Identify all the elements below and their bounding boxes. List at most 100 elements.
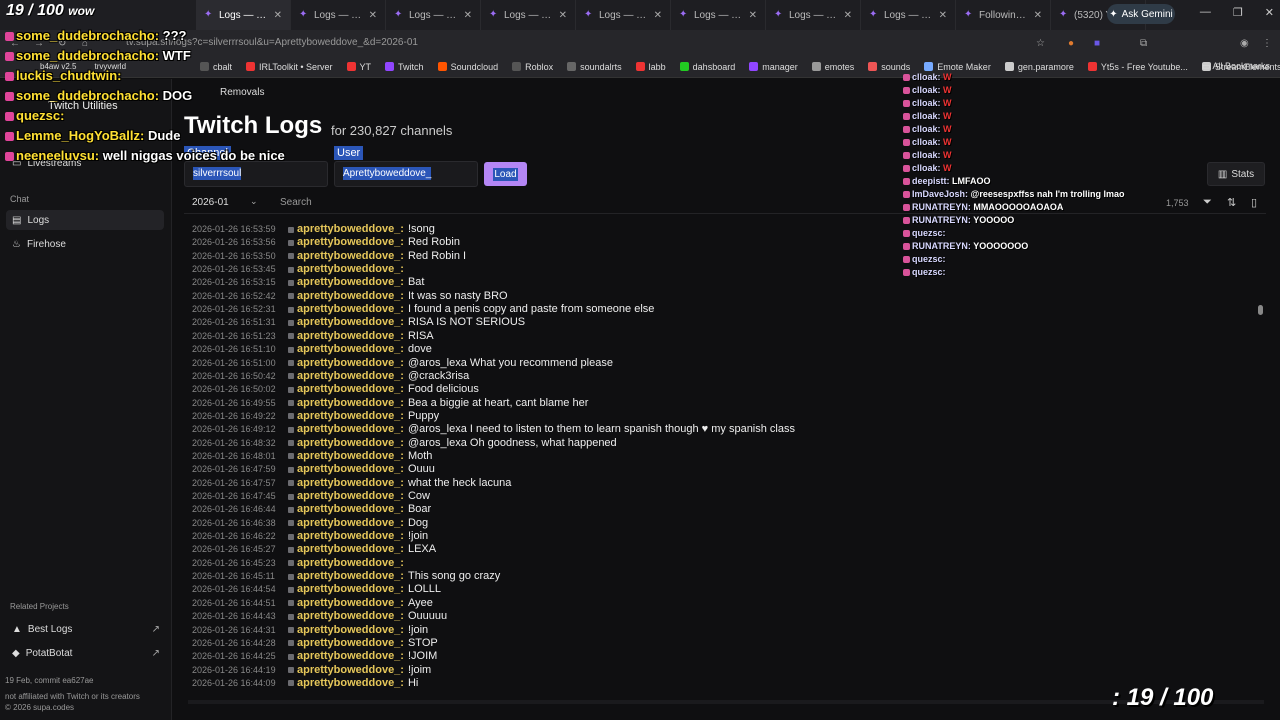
sidebar-item-firehose[interactable]: ♨ Firehose (6, 234, 164, 254)
reload-icon[interactable]: ↻ (58, 38, 66, 49)
bookmark-item[interactable]: labb (635, 62, 666, 72)
username[interactable]: aprettyboweddove_: (297, 437, 404, 450)
filter-icon[interactable]: ⏷ (1203, 196, 1212, 209)
close-icon[interactable]: ✕ (749, 10, 757, 21)
close-icon[interactable]: ✕ (464, 10, 472, 21)
extensions-puzzle-icon[interactable]: ⧉ (1140, 38, 1147, 49)
close-icon[interactable]: ✕ (274, 10, 282, 21)
username[interactable]: aprettyboweddove_: (297, 236, 404, 249)
username[interactable]: aprettyboweddove_: (297, 597, 404, 610)
chevron-down-icon[interactable]: ⌄ (250, 196, 258, 207)
ask-gemini-button[interactable]: ✦ Ask Gemini (1107, 4, 1175, 24)
username[interactable]: aprettyboweddove_: (297, 316, 404, 329)
username[interactable]: aprettyboweddove_: (297, 490, 404, 503)
bookmark-item[interactable]: dahsboard (679, 62, 735, 72)
username[interactable]: aprettyboweddove_: (297, 677, 404, 690)
username[interactable]: aprettyboweddove_: (297, 383, 404, 396)
user-input[interactable]: Aprettyboweddove_ (334, 161, 478, 187)
scrollbar-thumb[interactable] (1258, 305, 1263, 315)
sidebar-item-potatbotat[interactable]: ◆ PotatBotat ↗ (6, 643, 164, 663)
profile-icon[interactable]: ◉ (1240, 38, 1249, 49)
sidebar-item-livestreams[interactable]: ▭ Livestreams (6, 153, 164, 173)
username[interactable]: aprettyboweddove_: (297, 250, 404, 263)
horizontal-scrollbar[interactable] (188, 700, 1264, 704)
minimize-icon[interactable]: — (1200, 6, 1211, 19)
browser-tab[interactable]: ✦ Logs — Twitch ✕ (291, 0, 386, 30)
sort-icon[interactable]: ⇅ (1227, 196, 1236, 209)
all-bookmarks-button[interactable]: ▭ All Bookmarks (1202, 61, 1270, 72)
bookmark-item[interactable]: IRLToolkit • Server (246, 62, 333, 72)
nav-link-removals[interactable]: Removals (220, 87, 264, 98)
username[interactable]: aprettyboweddove_: (297, 263, 404, 276)
sidebar-item-best-logs[interactable]: ▲ Best Logs ↗ (6, 619, 164, 639)
username[interactable]: aprettyboweddove_: (297, 410, 404, 423)
username[interactable]: aprettyboweddove_: (297, 290, 404, 303)
browser-tab[interactable]: ✦ Logs — Twitch ✕ (671, 0, 766, 30)
username[interactable]: aprettyboweddove_: (297, 397, 404, 410)
username[interactable]: aprettyboweddove_: (297, 637, 404, 650)
username[interactable]: aprettyboweddove_: (297, 517, 404, 530)
close-icon[interactable]: ✕ (1034, 10, 1042, 21)
bookmark-item[interactable]: b4aw v2.5 (40, 62, 76, 71)
browser-tab[interactable]: ✦ Logs — Twitch ✕ (196, 0, 291, 30)
url-input[interactable]: tv.supa.sh/logs?c=silverrrsoul&u=Apretty… (126, 34, 1056, 52)
username[interactable]: aprettyboweddove_: (297, 423, 404, 436)
bookmark-item[interactable]: manager (749, 62, 798, 72)
close-window-icon[interactable]: ✕ (1265, 6, 1274, 19)
username[interactable]: aprettyboweddove_: (297, 543, 404, 556)
close-icon[interactable]: ✕ (939, 10, 947, 21)
bookmark-item[interactable]: Roblox (512, 62, 553, 72)
extension-icon[interactable]: ● (1068, 38, 1074, 49)
bookmark-item[interactable]: trvyvwrld (94, 62, 126, 71)
username[interactable]: aprettyboweddove_: (297, 370, 404, 383)
browser-tab[interactable]: ✦ Following - T ✕ (956, 0, 1051, 30)
back-icon[interactable]: ← (10, 38, 20, 49)
bookmark-item[interactable]: Soundcloud (437, 62, 498, 72)
browser-tab[interactable]: ✦ Logs — Twitch ✕ (481, 0, 576, 30)
username[interactable]: aprettyboweddove_: (297, 223, 404, 236)
menu-icon[interactable]: ⋮ (1262, 38, 1272, 49)
document-icon[interactable]: ▯ (1251, 196, 1257, 209)
username[interactable]: aprettyboweddove_: (297, 530, 404, 543)
username[interactable]: aprettyboweddove_: (297, 583, 404, 596)
bookmark-item[interactable]: soundalrts (567, 62, 622, 72)
username[interactable]: aprettyboweddove_: (297, 570, 404, 583)
search-input[interactable]: Search (280, 197, 312, 208)
star-icon[interactable]: ☆ (1036, 38, 1045, 49)
username[interactable]: aprettyboweddove_: (297, 450, 404, 463)
username[interactable]: aprettyboweddove_: (297, 650, 404, 663)
stats-button[interactable]: ▥ Stats (1207, 162, 1265, 186)
load-button[interactable]: Load (484, 162, 527, 186)
close-icon[interactable]: ✕ (844, 10, 852, 21)
restore-icon[interactable]: ❐ (1233, 6, 1243, 19)
close-icon[interactable]: ✕ (654, 10, 662, 21)
username[interactable]: aprettyboweddove_: (297, 343, 404, 356)
bookmark-item[interactable]: cbalt (200, 62, 232, 72)
browser-tab[interactable]: ✦ Logs — Twitch ✕ (766, 0, 861, 30)
username[interactable]: aprettyboweddove_: (297, 357, 404, 370)
browser-tab[interactable]: ✦ Logs — Twitch ✕ (386, 0, 481, 30)
extension-icon[interactable]: ■ (1094, 38, 1100, 49)
month-select[interactable]: 2026-01 (192, 197, 229, 208)
channel-input[interactable]: silverrrsoul (184, 161, 328, 187)
username[interactable]: aprettyboweddove_: (297, 557, 404, 570)
browser-tab[interactable]: ✦ Logs — Twitch ✕ (861, 0, 956, 30)
bookmark-item[interactable]: Twitch (385, 62, 424, 72)
username[interactable]: aprettyboweddove_: (297, 503, 404, 516)
username[interactable]: aprettyboweddove_: (297, 624, 404, 637)
username[interactable]: aprettyboweddove_: (297, 276, 404, 289)
browser-tab[interactable]: ✦ Logs — Twitch ✕ (576, 0, 671, 30)
username[interactable]: aprettyboweddove_: (297, 330, 404, 343)
close-icon[interactable]: ✕ (369, 10, 377, 21)
bookmark-item[interactable]: YT (346, 62, 371, 72)
username[interactable]: aprettyboweddove_: (297, 477, 404, 490)
username[interactable]: aprettyboweddove_: (297, 463, 404, 476)
close-icon[interactable]: ✕ (559, 10, 567, 21)
username[interactable]: aprettyboweddove_: (297, 610, 404, 623)
username[interactable]: aprettyboweddove_: (297, 664, 404, 677)
sidebar-item-logs[interactable]: ▤ Logs (6, 210, 164, 230)
home-icon[interactable]: ⌂ (82, 38, 88, 49)
username[interactable]: aprettyboweddove_: (297, 303, 404, 316)
forward-icon[interactable]: → (34, 38, 44, 49)
bookmark-item[interactable]: emotes (811, 62, 854, 72)
